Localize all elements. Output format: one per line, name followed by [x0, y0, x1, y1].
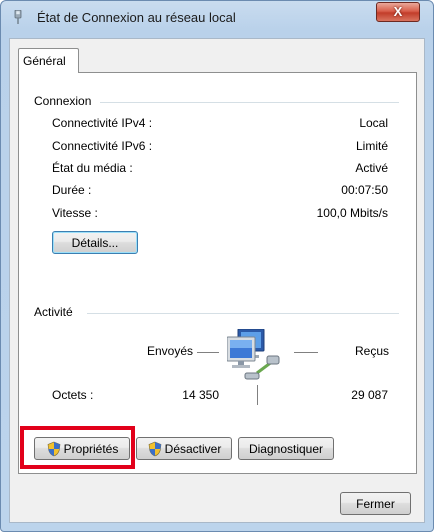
activity-group-line: [87, 313, 399, 314]
disable-button[interactable]: Désactiver: [136, 437, 232, 460]
speed-value: 100,0 Mbits/s: [316, 206, 388, 220]
ipv6-label: Connectivité IPv6 :: [52, 139, 153, 153]
received-dash: [294, 352, 318, 353]
dialog-window: État de Connexion au réseau local X Géné…: [0, 0, 434, 532]
ipv6-value: Limité: [355, 139, 388, 153]
network-computer-icon: [227, 329, 280, 380]
general-tab-panel: [18, 72, 417, 474]
bytes-label: Octets :: [52, 388, 94, 402]
window-title: État de Connexion au réseau local: [37, 10, 236, 25]
bytes-received-value: 29 087: [351, 388, 388, 402]
close-icon: X: [393, 4, 403, 19]
ipv4-label: Connectivité IPv4 :: [52, 116, 153, 130]
activity-separator: [257, 385, 258, 405]
sent-dash: [197, 352, 219, 353]
received-label: Reçus: [355, 344, 390, 358]
uac-shield-icon: [148, 441, 161, 456]
activity-group-title: Activité: [34, 305, 75, 319]
tab-general[interactable]: Général: [18, 48, 79, 73]
disable-label: Désactiver: [164, 441, 222, 456]
duration-value: 00:07:50: [341, 183, 388, 197]
ipv4-value: Local: [359, 116, 388, 130]
media-state-label: État du média :: [52, 161, 133, 175]
title-bar[interactable]: État de Connexion au réseau local X: [1, 1, 433, 35]
details-button[interactable]: Détails...: [52, 231, 138, 254]
window-close-button[interactable]: X: [376, 2, 420, 22]
connection-group-line: [100, 102, 399, 103]
diagnose-button[interactable]: Diagnostiquer: [238, 437, 334, 460]
sent-label: Envoyés: [147, 344, 194, 358]
properties-highlight-box: [20, 426, 135, 469]
media-state-value: Activé: [355, 161, 388, 175]
connection-group-title: Connexion: [34, 94, 94, 108]
close-button[interactable]: Fermer: [340, 492, 411, 515]
speed-label: Vitesse :: [52, 206, 98, 220]
duration-label: Durée :: [52, 183, 92, 197]
tab-general-label: Général: [23, 54, 66, 68]
network-connection-icon: [14, 10, 22, 24]
bytes-sent-value: 14 350: [182, 388, 219, 402]
